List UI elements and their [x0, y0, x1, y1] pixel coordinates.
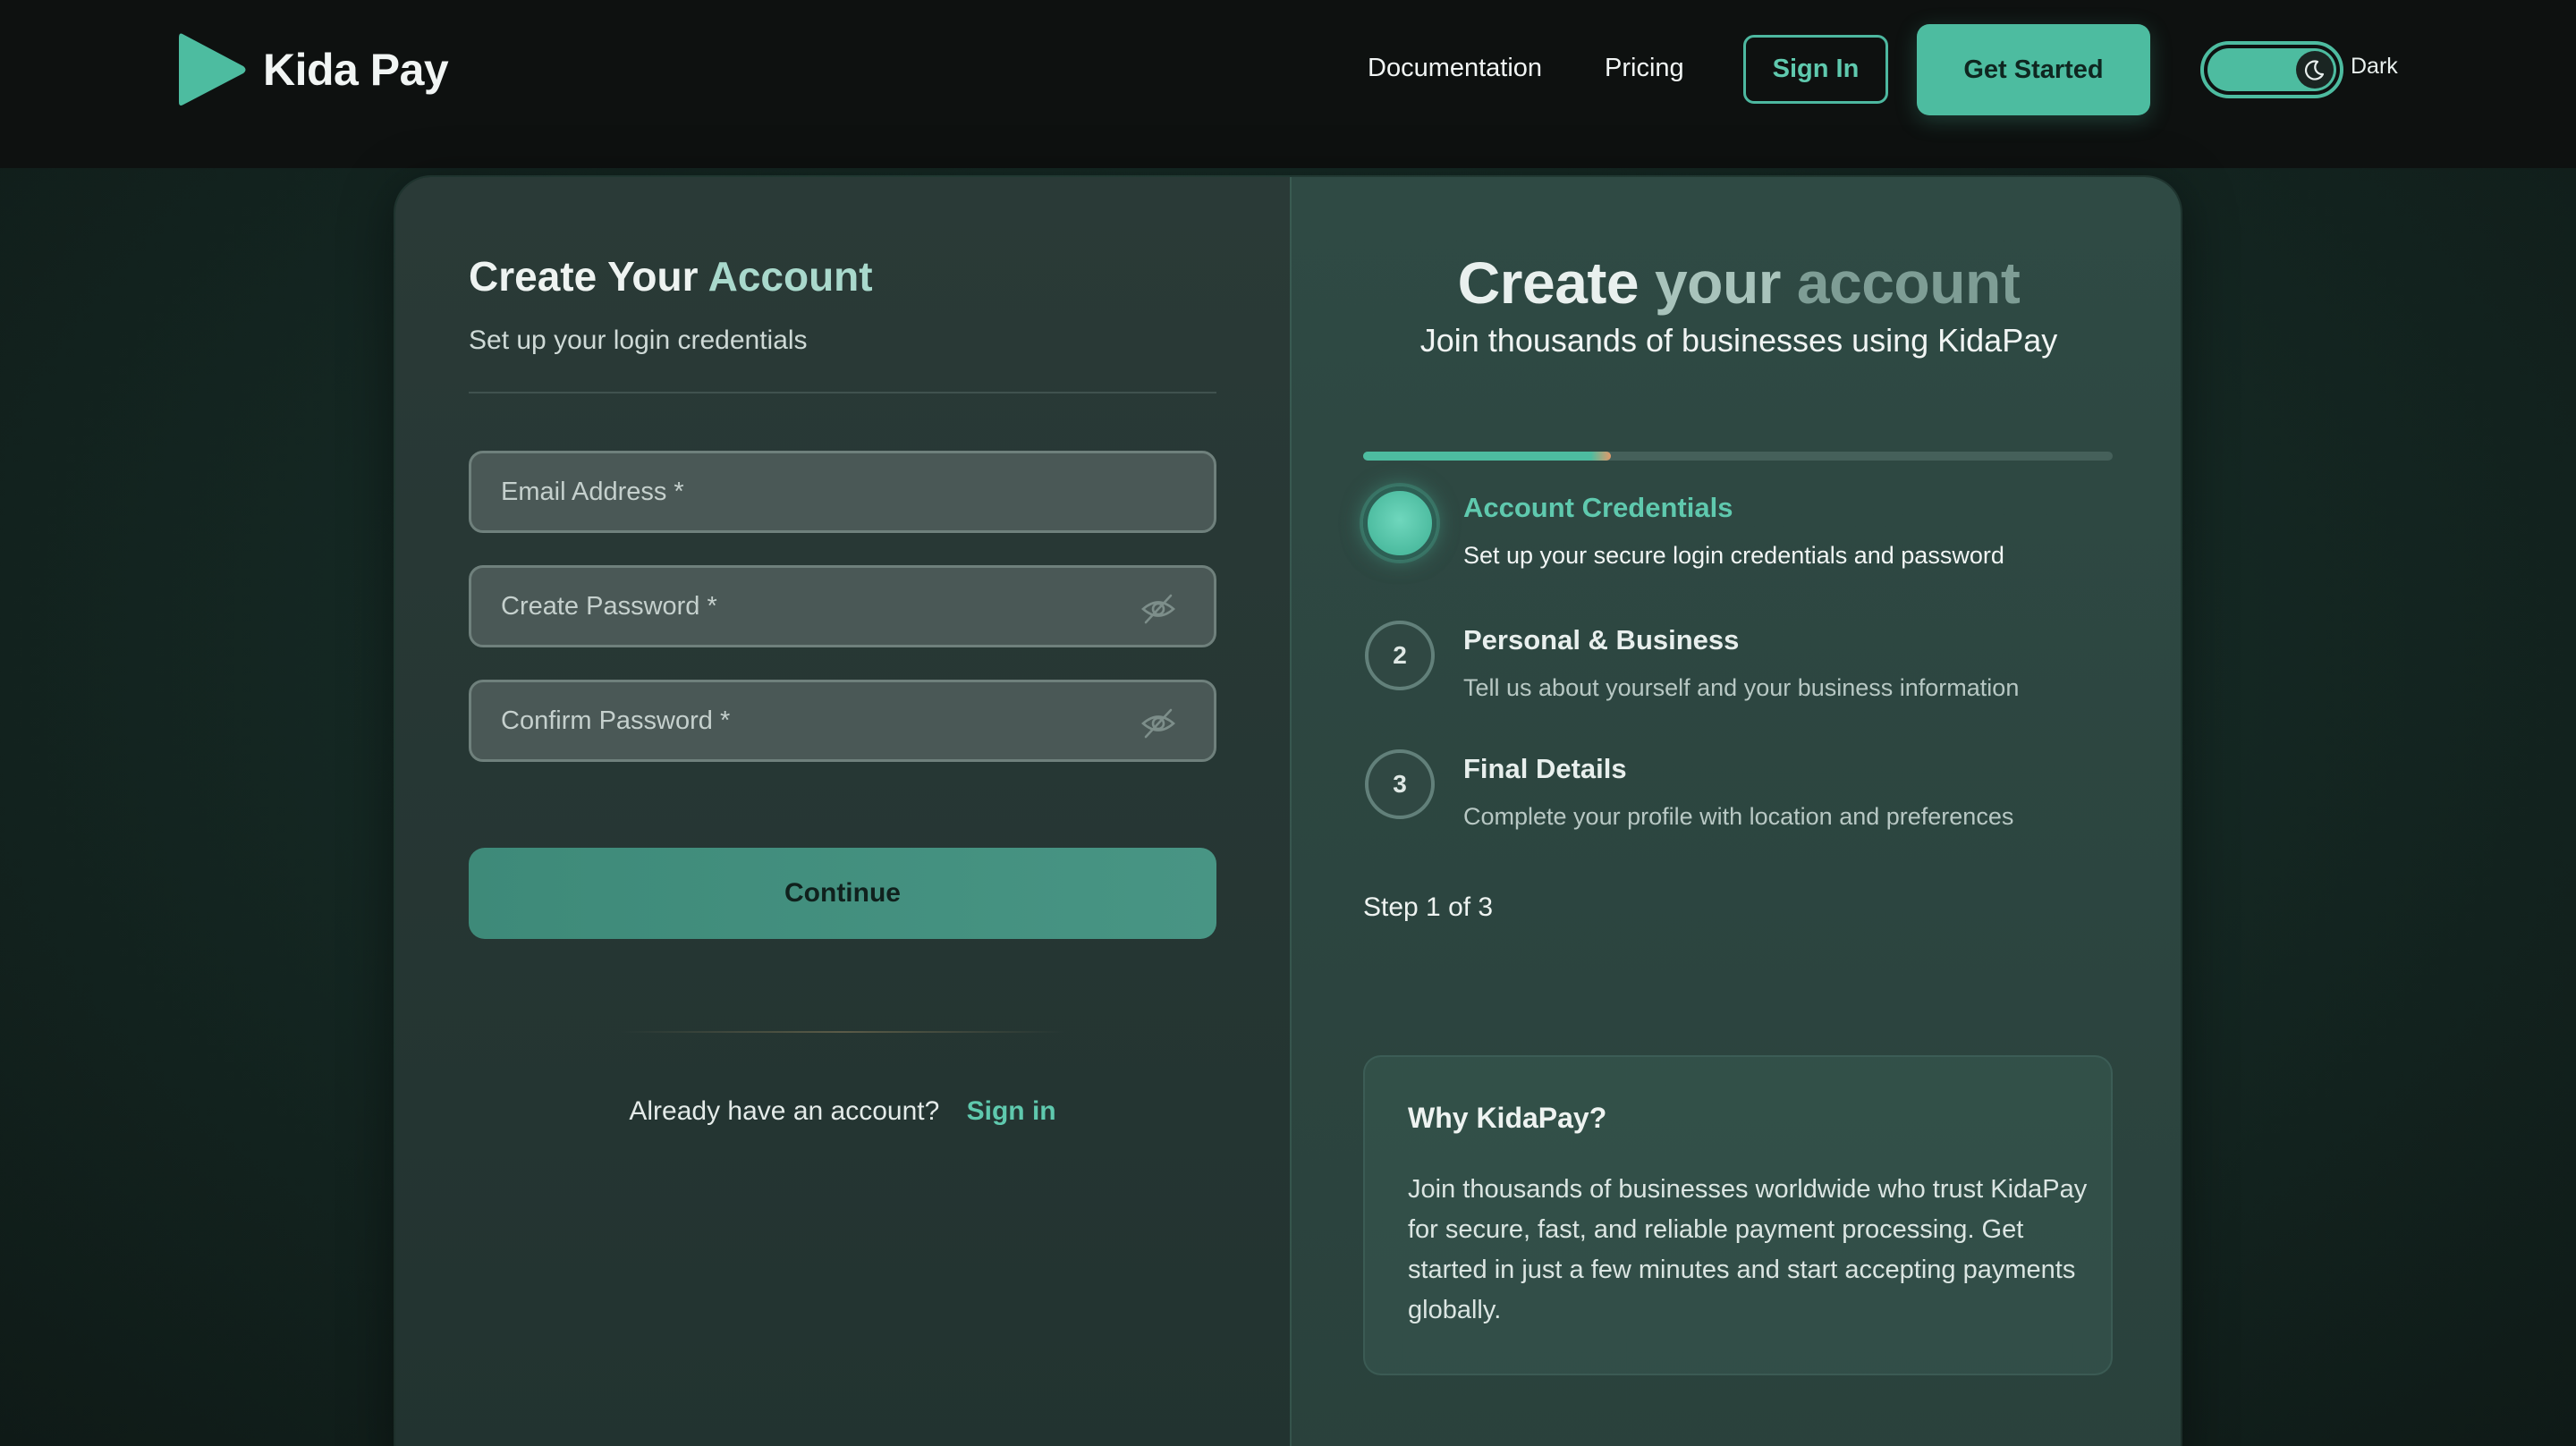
confirm-password-field[interactable]: Confirm Password *: [469, 680, 1216, 762]
panel-subtitle: Join thousands of businesses using KidaP…: [1419, 322, 2058, 359]
play-logo-icon: [179, 33, 246, 106]
signup-form-pane: Create Your Account Set up your login cr…: [395, 177, 1290, 1446]
already-have-account-text: Already have an account?: [629, 1096, 940, 1126]
theme-toggle-label: Dark: [2351, 54, 2398, 79]
panel-title: Create your account: [1292, 249, 2181, 317]
brand-logo[interactable]: Kida Pay: [177, 30, 449, 109]
brand-name: Kida Pay: [263, 45, 449, 95]
form-divider: [469, 392, 1216, 393]
form-title: Create Your Account: [469, 252, 873, 300]
eye-off-icon[interactable]: [1140, 707, 1176, 740]
nav-pricing[interactable]: Pricing: [1605, 50, 1684, 86]
onboarding-steps-pane: Create your account Join thousands of bu…: [1290, 177, 2181, 1446]
step-title: Final Details: [1463, 753, 1627, 784]
form-subtitle: Set up your login credentials: [469, 326, 808, 355]
progress-bar: [1363, 452, 2113, 461]
step-2-indicator: 2: [1365, 621, 1435, 690]
create-password-field[interactable]: Create Password *: [469, 565, 1216, 647]
theme-toggle[interactable]: [2200, 41, 2343, 98]
step-1-indicator: [1363, 486, 1436, 560]
panel-title-part3: account: [1796, 249, 2021, 316]
form-title-accent: Account: [708, 253, 873, 300]
get-started-button[interactable]: Get Started: [1917, 24, 2150, 115]
moon-icon: [2304, 60, 2325, 80]
progress-fill: [1363, 452, 1611, 461]
signup-card: Create Your Account Set up your login cr…: [394, 175, 2182, 1446]
why-kidapay-box: Why KidaPay? Join thousands of businesse…: [1363, 1055, 2113, 1375]
sign-in-button[interactable]: Sign In: [1743, 35, 1888, 104]
footer-divider: [619, 1031, 1066, 1033]
step-description: Set up your secure login credentials and…: [1463, 542, 2004, 569]
step-3-indicator: 3: [1365, 749, 1435, 819]
top-navbar: Kida Pay Documentation Pricing Sign In G…: [0, 0, 2576, 168]
continue-button[interactable]: Continue: [469, 848, 1216, 939]
toggle-track: [2207, 48, 2336, 91]
password-placeholder: Create Password *: [501, 591, 717, 621]
panel-title-part2: your: [1654, 249, 1782, 316]
email-field[interactable]: Email Address *: [469, 451, 1216, 533]
why-text: Join thousands of businesses worldwide w…: [1408, 1175, 2088, 1324]
form-title-part1: Create Your: [469, 253, 699, 300]
panel-title-part1: Create: [1457, 249, 1640, 316]
step-counter: Step 1 of 3: [1363, 892, 1494, 922]
sign-in-link[interactable]: Sign in: [967, 1096, 1056, 1126]
nav-documentation[interactable]: Documentation: [1368, 50, 1542, 86]
eye-off-icon[interactable]: [1140, 593, 1176, 625]
toggle-knob: [2296, 51, 2334, 89]
step-description: Complete your profile with location and …: [1463, 803, 2014, 830]
confirm-placeholder: Confirm Password *: [501, 706, 731, 735]
why-title: Why KidaPay?: [1408, 1102, 1607, 1134]
step-title: Personal & Business: [1463, 624, 1740, 655]
sign-in-prompt: Already have an account? Sign in: [395, 1096, 1290, 1127]
step-title: Account Credentials: [1463, 492, 1733, 523]
email-placeholder: Email Address *: [501, 477, 684, 506]
step-description: Tell us about yourself and your business…: [1463, 674, 2020, 701]
